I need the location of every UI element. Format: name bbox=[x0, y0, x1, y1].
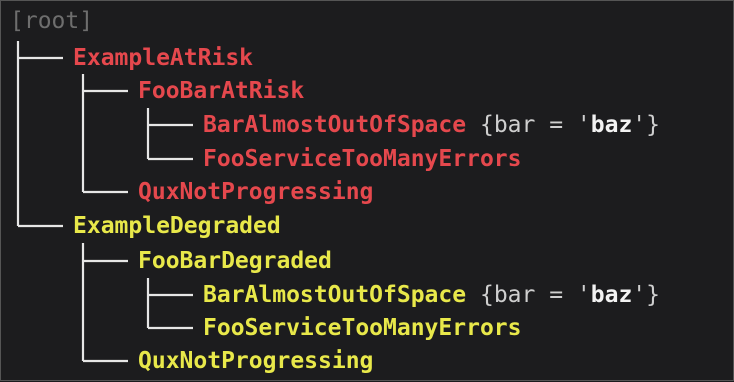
tree-line-group-2 bbox=[81, 243, 128, 363]
alert-labels: {bar = 'baz'} bbox=[479, 282, 660, 308]
alert-name: BarAlmostOutOfSpace bbox=[203, 282, 467, 308]
tree-node-alert[interactable]: BarAlmostOutOfSpace {bar = 'baz'} bbox=[203, 108, 660, 142]
tree-node-subgroup[interactable]: FooBarAtRisk bbox=[138, 74, 304, 108]
tree-node-alert[interactable]: FooServiceTooManyErrors bbox=[203, 142, 522, 176]
tree-line-subgroup-1 bbox=[146, 108, 193, 161]
tree-line-root bbox=[16, 41, 63, 228]
tree-node-group[interactable]: ExampleDegraded bbox=[73, 209, 281, 243]
tree-node-alert[interactable]: BarAlmostOutOfSpace {bar = 'baz'} bbox=[203, 278, 660, 312]
alert-labels: {bar = 'baz'} bbox=[479, 112, 660, 138]
root-label: [root] bbox=[10, 8, 94, 34]
tree-node-group[interactable]: ExampleAtRisk bbox=[73, 41, 253, 75]
tree-node-subgroup[interactable]: FooBarDegraded bbox=[138, 244, 332, 278]
tree-line-subgroup-2 bbox=[146, 278, 193, 330]
tree-node-alert[interactable]: QuxNotProgressing bbox=[138, 175, 373, 209]
tree-line-group-1 bbox=[81, 74, 128, 194]
terminal-window: [root] ExampleAtRisk FooBarAtRisk BarAlm… bbox=[0, 0, 734, 381]
alert-name: BarAlmostOutOfSpace bbox=[203, 112, 467, 138]
tree-node-alert[interactable]: QuxNotProgressing bbox=[138, 344, 373, 378]
tree-node-alert[interactable]: FooServiceTooManyErrors bbox=[203, 311, 522, 345]
